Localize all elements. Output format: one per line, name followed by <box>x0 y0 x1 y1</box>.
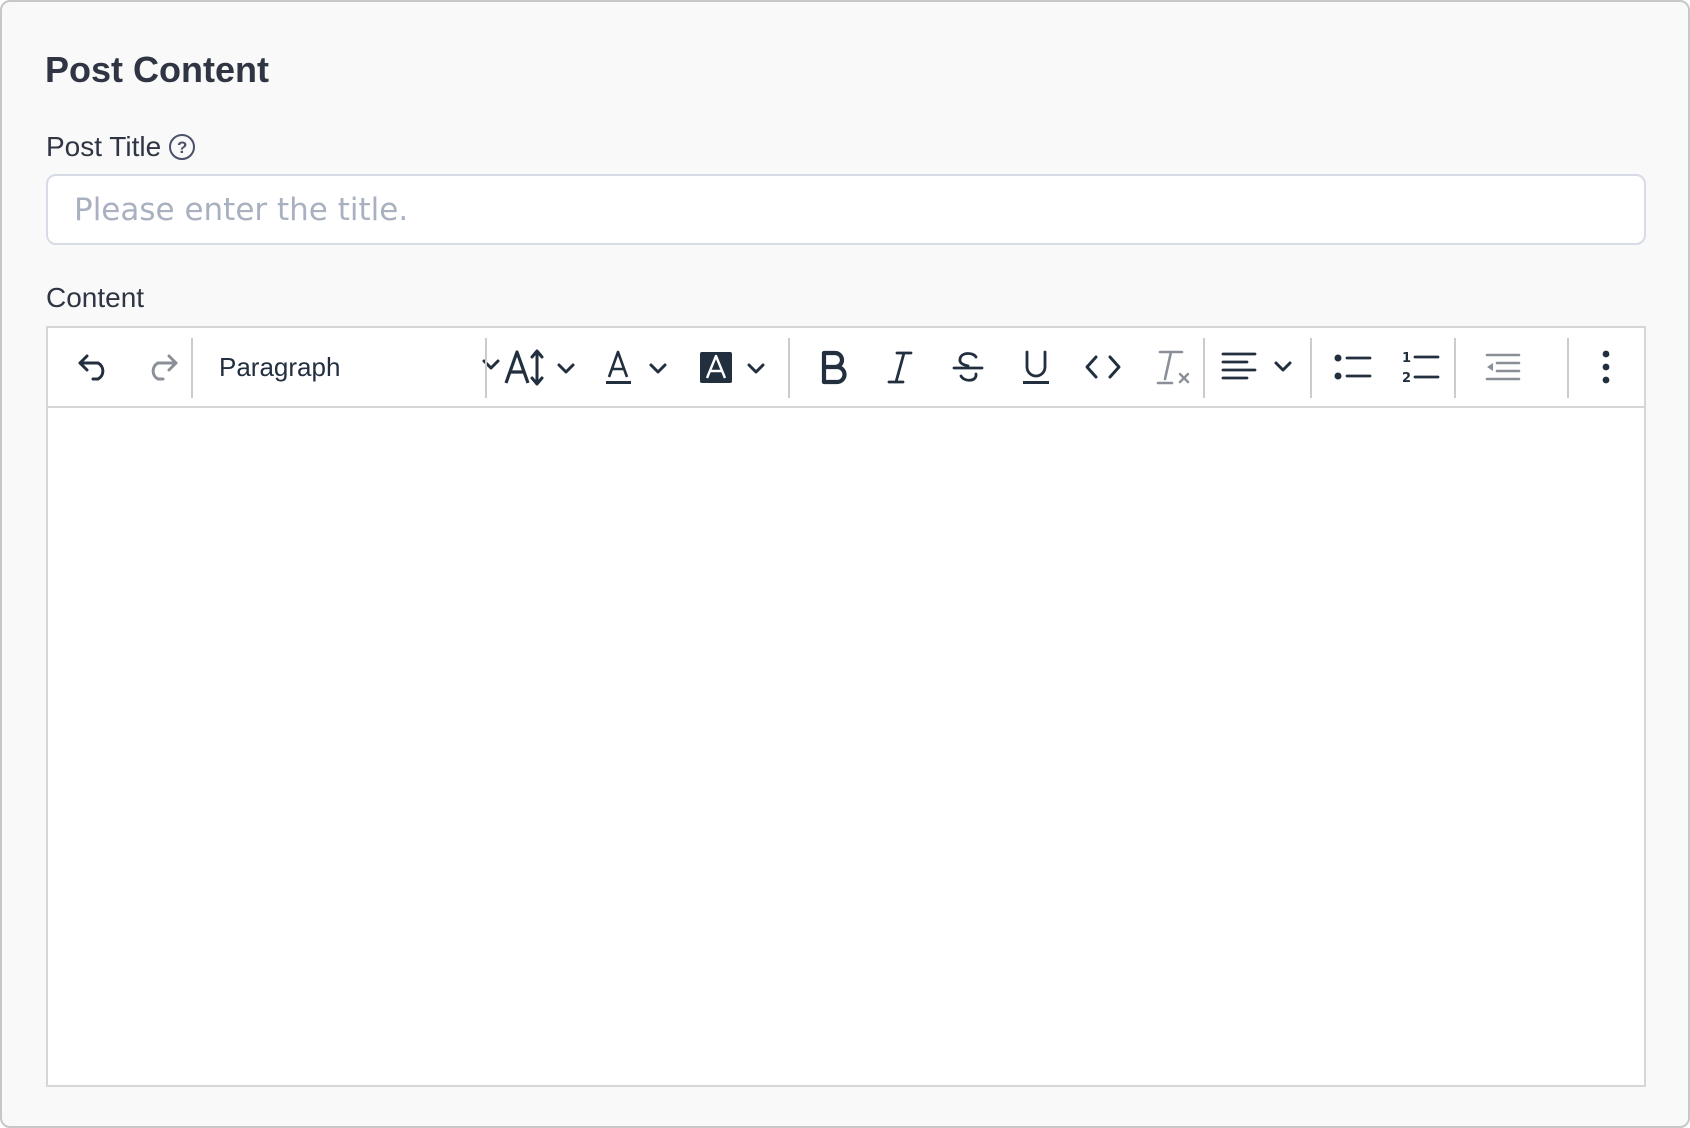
outdent-button[interactable] <box>1468 328 1538 406</box>
align-button[interactable] <box>1214 328 1306 406</box>
undo-button[interactable] <box>62 328 126 406</box>
post-title-input[interactable] <box>46 174 1646 245</box>
italic-button[interactable] <box>868 328 932 406</box>
post-title-label: Post Title ? <box>46 129 196 165</box>
svg-text:2: 2 <box>1402 371 1411 385</box>
toolbar-separator <box>1567 338 1569 398</box>
numbered-list-icon: 1 2 <box>1402 351 1440 385</box>
bullet-list-icon <box>1334 354 1372 380</box>
editor-toolbar: Paragraph 1 2 <box>48 328 1644 408</box>
editor-content-area[interactable] <box>48 408 1644 1085</box>
font-size-button[interactable] <box>498 328 588 406</box>
numbered-list-button[interactable]: 1 2 <box>1388 328 1454 406</box>
italic-icon <box>887 351 913 384</box>
content-label: Content <box>46 282 145 313</box>
code-button[interactable] <box>1070 328 1136 406</box>
toolbar-separator <box>1310 338 1312 398</box>
block-format-select[interactable]: Paragraph <box>191 328 529 406</box>
post-content-panel: Post Content Post Title ? Content <box>0 0 1690 1128</box>
redo-button[interactable] <box>130 328 194 406</box>
background-color-button[interactable] <box>692 328 782 406</box>
section-title: Post Content <box>45 49 269 90</box>
more-vertical-icon <box>1602 350 1610 384</box>
redo-icon <box>151 354 178 381</box>
clear-formatting-button[interactable] <box>1140 328 1208 406</box>
toolbar-separator <box>485 338 487 398</box>
block-format-value: Paragraph <box>219 351 341 382</box>
post-title-label-text: Post Title <box>46 131 162 162</box>
undo-icon <box>78 354 105 381</box>
bullet-list-button[interactable] <box>1320 328 1386 406</box>
text-color-icon <box>606 350 667 384</box>
strikethrough-icon <box>952 352 984 382</box>
text-color-button[interactable] <box>596 328 686 406</box>
highlight-color-icon <box>700 352 765 383</box>
toolbar-separator <box>1454 338 1456 398</box>
code-icon <box>1085 355 1121 379</box>
strikethrough-button[interactable] <box>936 328 1000 406</box>
toolbar-separator <box>1203 338 1205 398</box>
bold-icon <box>821 350 847 385</box>
help-circle-icon[interactable]: ? <box>169 134 196 160</box>
toolbar-separator <box>788 338 790 398</box>
font-size-icon <box>504 349 575 386</box>
underline-button[interactable] <box>1004 328 1068 406</box>
align-left-icon <box>1221 352 1292 380</box>
bold-button[interactable] <box>802 328 866 406</box>
svg-text:1: 1 <box>1402 351 1411 366</box>
underline-icon <box>1023 350 1049 384</box>
rich-text-editor: Paragraph 1 2 <box>46 326 1646 1087</box>
outdent-icon <box>1485 353 1521 381</box>
remove-format-icon <box>1156 350 1190 385</box>
more-button[interactable] <box>1576 328 1636 406</box>
